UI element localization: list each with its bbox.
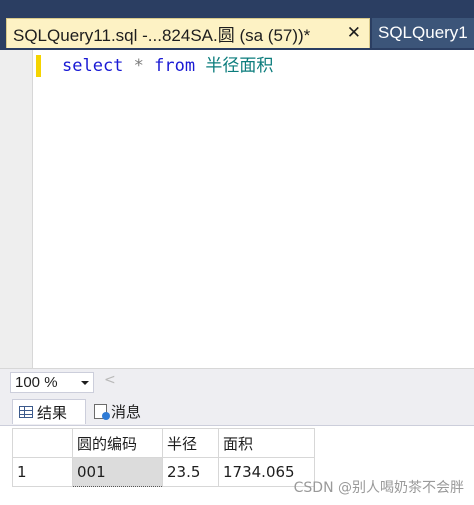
scroll-left-icon[interactable]: < xyxy=(104,372,116,388)
table-row: 1 001 23.5 1734.065 xyxy=(12,457,315,487)
chevron-down-icon xyxy=(81,380,89,385)
tab-sqlquery1[interactable]: SQLQuery1 xyxy=(372,18,474,48)
tab-results-label: 结果 xyxy=(37,403,68,422)
keyword-from: from xyxy=(154,56,196,76)
tab-title: SQLQuery11.sql -...824SA.圆 (sa (57))* xyxy=(13,26,311,45)
row-number-cell[interactable]: 1 xyxy=(12,457,73,487)
keyword-select: select xyxy=(62,56,124,76)
results-table: 圆的编码 半径 面积 1 001 23.5 1734.065 xyxy=(12,428,315,487)
results-tab-bar: 结果 消息 xyxy=(0,395,474,425)
column-header[interactable]: 面积 xyxy=(218,428,315,458)
tab-title: SQLQuery1 xyxy=(378,23,468,42)
star-operator: * xyxy=(133,56,144,76)
close-icon[interactable]: ✕ xyxy=(347,23,361,43)
query-editor[interactable]: select * from 半径面积 xyxy=(0,50,474,368)
column-header[interactable]: 圆的编码 xyxy=(72,428,163,458)
header-row: 圆的编码 半径 面积 xyxy=(12,428,315,458)
editor-margin xyxy=(0,50,32,368)
table-name: 半径面积 xyxy=(205,56,274,76)
tab-results[interactable]: 结果 xyxy=(12,399,86,424)
code-line-1[interactable]: select * from 半径面积 xyxy=(62,55,273,77)
column-header[interactable]: 半径 xyxy=(162,428,219,458)
tab-sqlquery11[interactable]: SQLQuery11.sql -...824SA.圆 (sa (57))* ✕ xyxy=(6,18,370,48)
zoom-value: 100 % xyxy=(15,374,58,391)
cell-circle-code[interactable]: 001 xyxy=(72,457,163,487)
margin-divider xyxy=(32,50,33,368)
zoom-dropdown[interactable]: 100 % xyxy=(10,372,94,393)
document-tab-strip: SQLQuery11.sql -...824SA.圆 (sa (57))* ✕ … xyxy=(0,0,474,50)
row-number-header[interactable] xyxy=(12,428,73,458)
cell-radius[interactable]: 23.5 xyxy=(162,457,219,487)
tab-messages[interactable]: 消息 xyxy=(88,399,158,424)
watermark: CSDN @别人喝奶茶不会胖 xyxy=(293,480,464,496)
message-icon xyxy=(94,404,110,420)
change-indicator-bar xyxy=(36,55,41,77)
grid-icon xyxy=(19,406,33,418)
tab-messages-label: 消息 xyxy=(111,403,142,421)
zoom-bar: 100 % < xyxy=(0,368,474,395)
